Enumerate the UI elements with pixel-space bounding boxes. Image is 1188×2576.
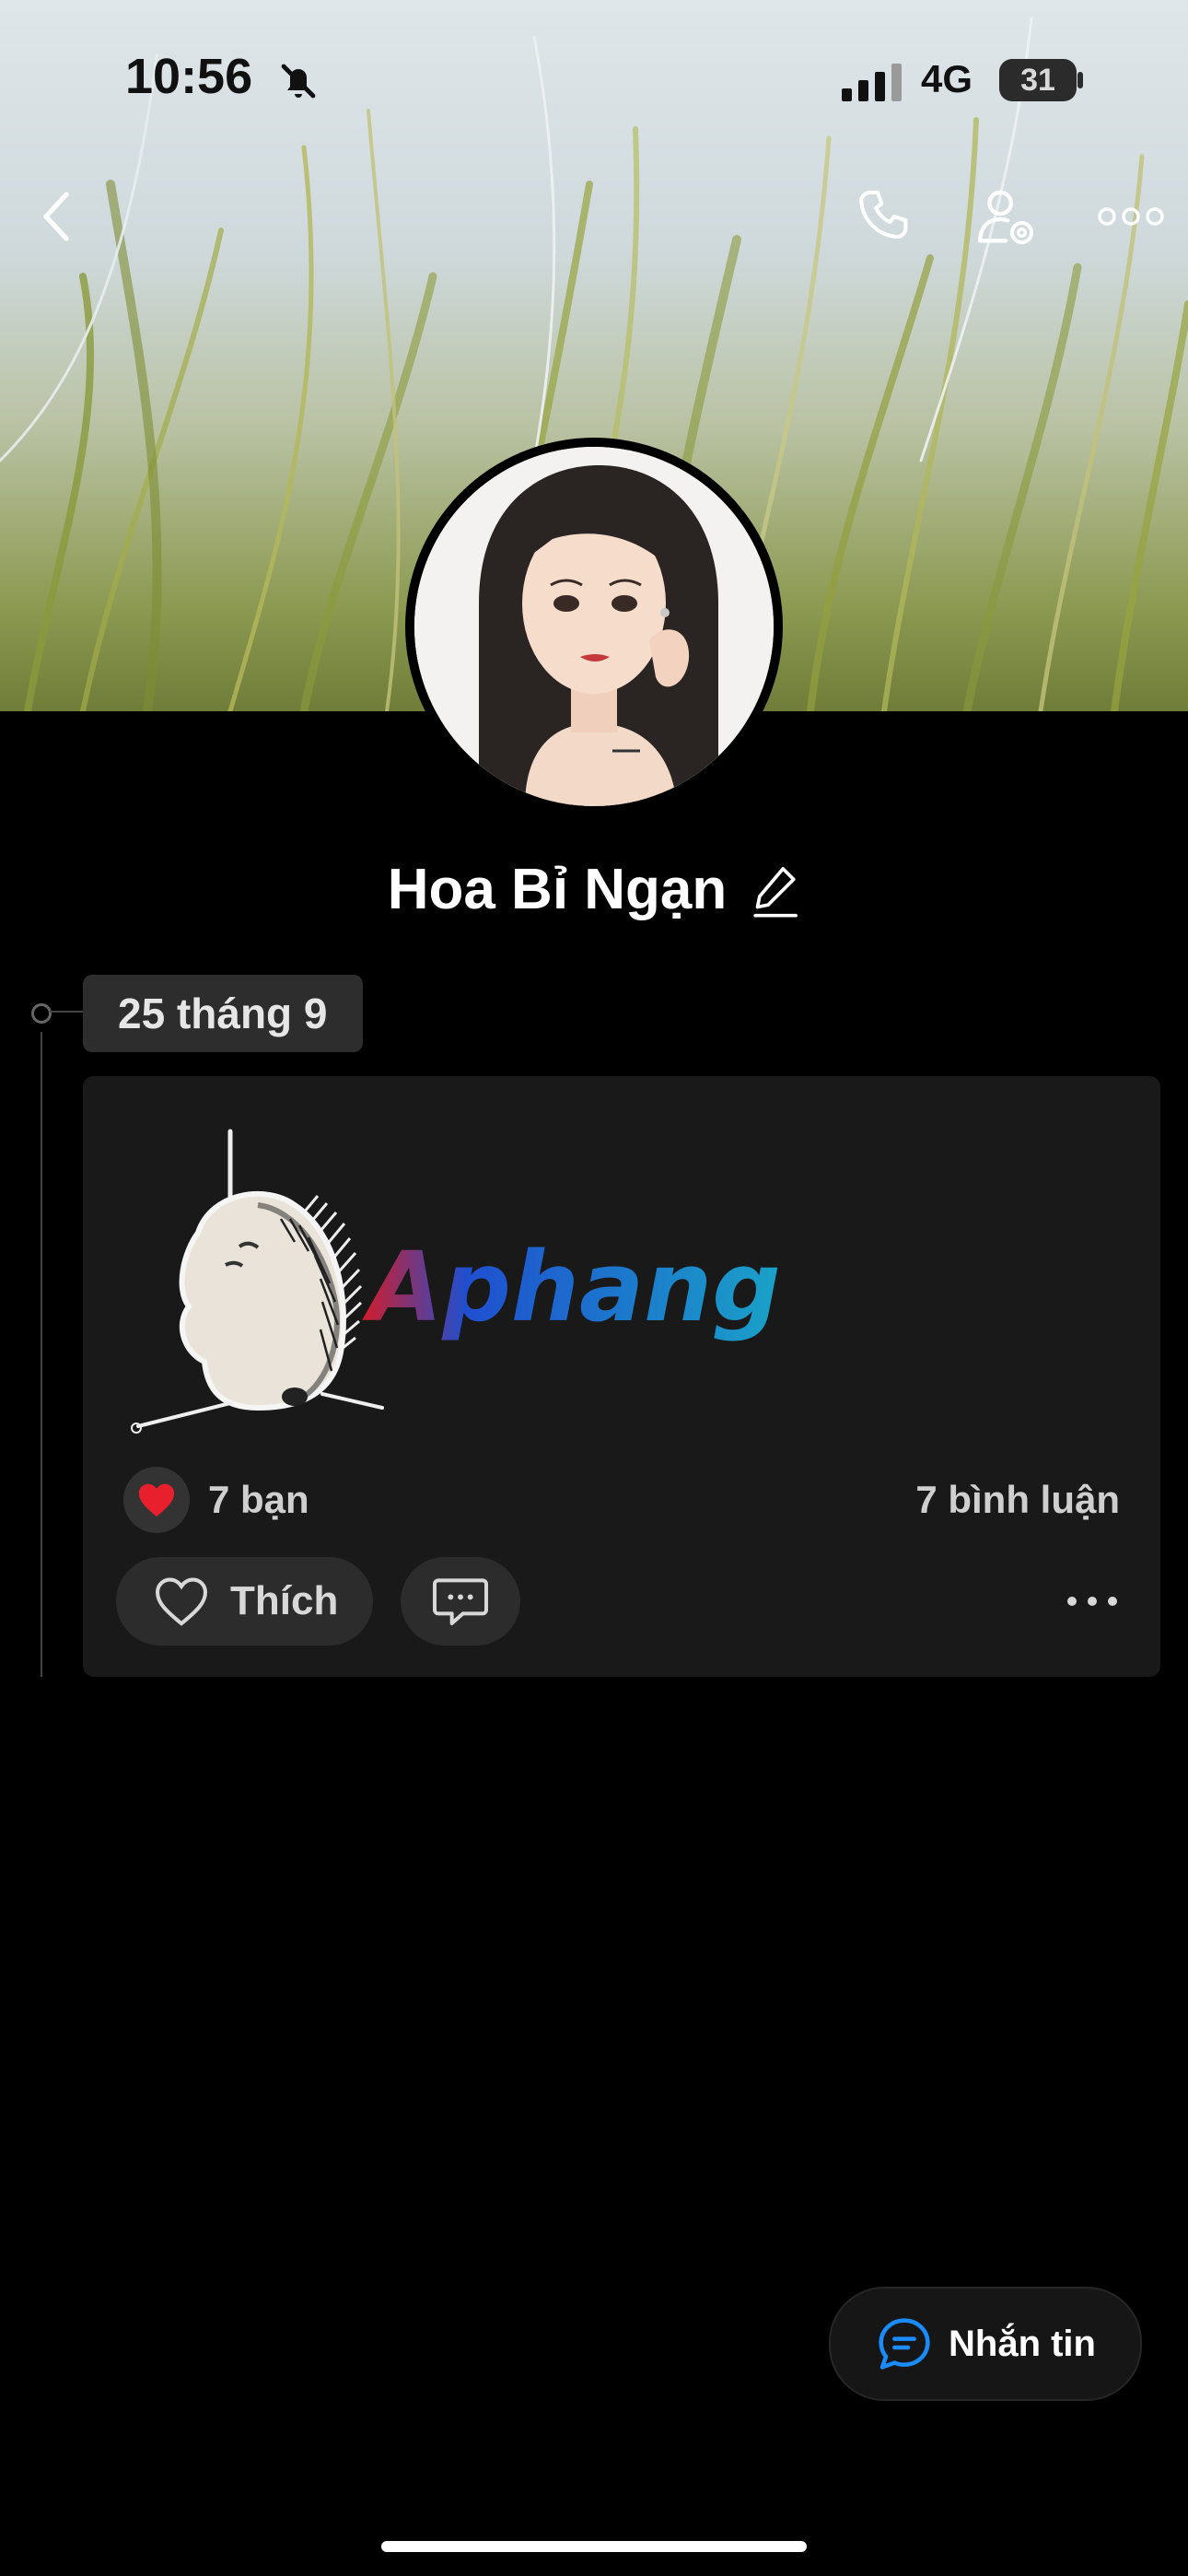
sticker-wordmark: Aphang [362,1231,781,1343]
message-icon [879,2318,930,2370]
profile-name-row: Hoa Bỉ Ngạn [0,857,1188,922]
heart-icon [138,1483,175,1517]
profile-name: Hoa Bỉ Ngạn [387,858,728,921]
battery-tip [1077,72,1083,88]
more-dots-icon [1067,1597,1117,1606]
reaction-heart-bubble[interactable] [123,1467,190,1533]
timeline-connector [50,1011,83,1013]
comments-count[interactable]: 7 bình luận [915,1478,1120,1522]
back-button[interactable] [20,180,94,253]
send-message-label: Nhắn tin [949,2323,1096,2364]
user-settings-icon [978,190,1034,245]
avatar-illustration [414,447,774,806]
timeline-post-card[interactable]: Aphang 7 bạn 7 bình luận Thích [83,1076,1160,1677]
post-sticker: Aphang [131,1129,781,1434]
pencil-icon[interactable] [749,862,800,918]
avatar-image [414,447,774,806]
timeline-dot [31,1003,52,1024]
call-button[interactable] [847,180,921,253]
chevron-left-icon [43,192,69,241]
comment-button[interactable] [401,1557,521,1645]
home-indicator[interactable] [381,2541,807,2552]
status-time: 10:56 [125,49,253,104]
phone-icon [859,190,908,240]
post-more-button[interactable] [1055,1574,1129,1629]
send-message-button[interactable]: Nhắn tin [829,2287,1142,2401]
chat-bubble-icon [433,1578,489,1625]
battery-level: 31 [1020,63,1055,98]
date-label: 25 tháng 9 [83,975,363,1052]
status-bar: 10:56 4G 31 [0,0,1188,157]
reactions-count[interactable]: 7 bạn [208,1478,309,1522]
post-actions: Thích [116,1557,1129,1645]
network-type: 4G [921,57,973,100]
timeline-line [41,1032,42,1677]
avatar[interactable] [405,438,783,815]
more-horizontal-icon [1098,207,1164,226]
bell-off-icon [281,64,316,99]
more-options-button[interactable] [1092,180,1170,253]
heart-outline-icon [155,1577,208,1626]
profile-settings-button[interactable] [969,180,1042,253]
like-label: Thích [230,1578,339,1623]
signal-icon [842,64,902,101]
reaction-summary: 7 bạn 7 bình luận [123,1463,1120,1537]
like-button[interactable]: Thích [116,1557,374,1645]
